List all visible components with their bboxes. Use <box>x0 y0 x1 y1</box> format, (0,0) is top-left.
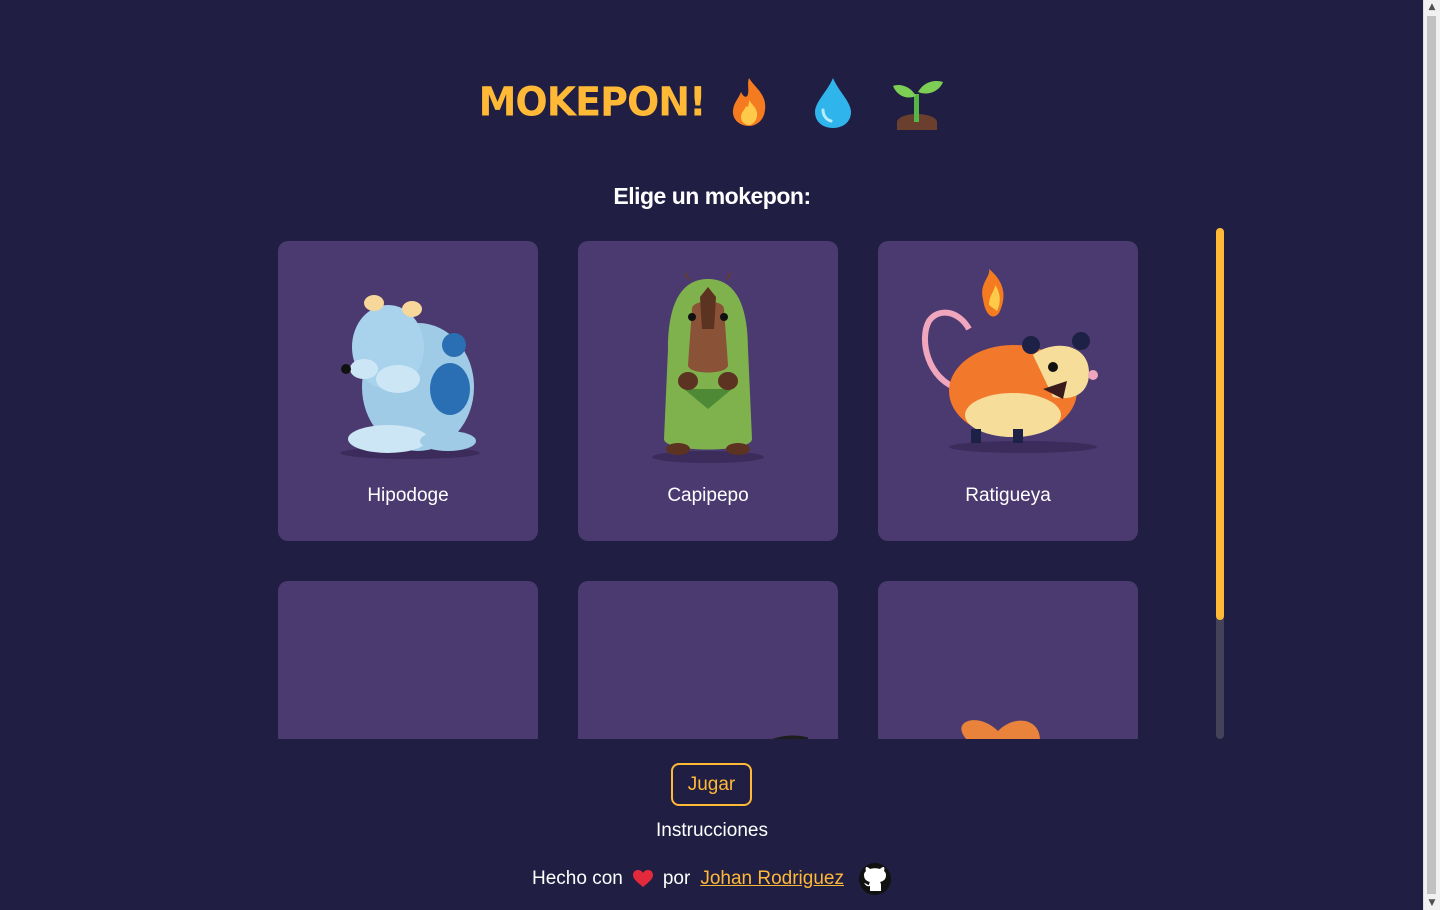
scroll-up-icon[interactable]: ▲ <box>1424 0 1440 14</box>
logo-title: MOKEPON! <box>478 78 707 126</box>
sprout-icon <box>893 81 944 130</box>
made-with-text: Hecho con <box>532 868 623 889</box>
mokepon-list-scroll-thumb[interactable] <box>1216 228 1224 620</box>
fire-icon <box>733 78 766 126</box>
page-scroll-thumb[interactable] <box>1427 16 1436 894</box>
author-link[interactable]: Johan Rodriguez <box>700 868 844 890</box>
by-text: por <box>662 868 691 889</box>
play-button[interactable]: Jugar <box>671 763 752 806</box>
mokepon-card-ratigueya[interactable]: Ratigueya <box>878 241 1138 541</box>
footer: Hecho con por Johan Rodriguez <box>0 862 1424 896</box>
choose-mokepon-heading: Elige un mokepon: <box>613 183 811 209</box>
github-icon[interactable] <box>858 862 892 896</box>
water-drop-icon <box>815 78 852 128</box>
heart-icon <box>632 870 653 887</box>
page-scrollbar[interactable]: ▲ ▼ <box>1423 0 1440 910</box>
ratigueya-image <box>922 269 1098 453</box>
instructions-link[interactable]: Instrucciones <box>0 820 1424 842</box>
mokepon-card-hipodoge[interactable]: Hipodoge <box>278 241 538 541</box>
toucan-mokepon-image <box>772 735 808 739</box>
snake-mokepon-image <box>303 661 513 739</box>
capipepo-image <box>652 272 764 463</box>
hipodoge-image <box>340 295 480 459</box>
fire-lizard-mokepon-image <box>961 720 1040 739</box>
mokepon-card-4[interactable] <box>278 581 538 739</box>
mokepon-card-6[interactable] <box>878 581 1138 739</box>
mokepon-name: Ratigueya <box>965 485 1051 506</box>
mokepon-card-5[interactable] <box>578 581 838 739</box>
mokepon-list-scrollbar[interactable] <box>1216 228 1224 739</box>
mokepon-name: Hipodoge <box>367 485 449 506</box>
mokepon-name: Capipepo <box>667 485 749 506</box>
mokepon-list[interactable]: Hipodoge Capipepo Ratigueya <box>278 241 1138 739</box>
mokepon-card-capipepo[interactable]: Capipepo <box>578 241 838 541</box>
scroll-down-icon[interactable]: ▼ <box>1424 896 1440 910</box>
header: MOKEPON! <box>0 74 1424 130</box>
